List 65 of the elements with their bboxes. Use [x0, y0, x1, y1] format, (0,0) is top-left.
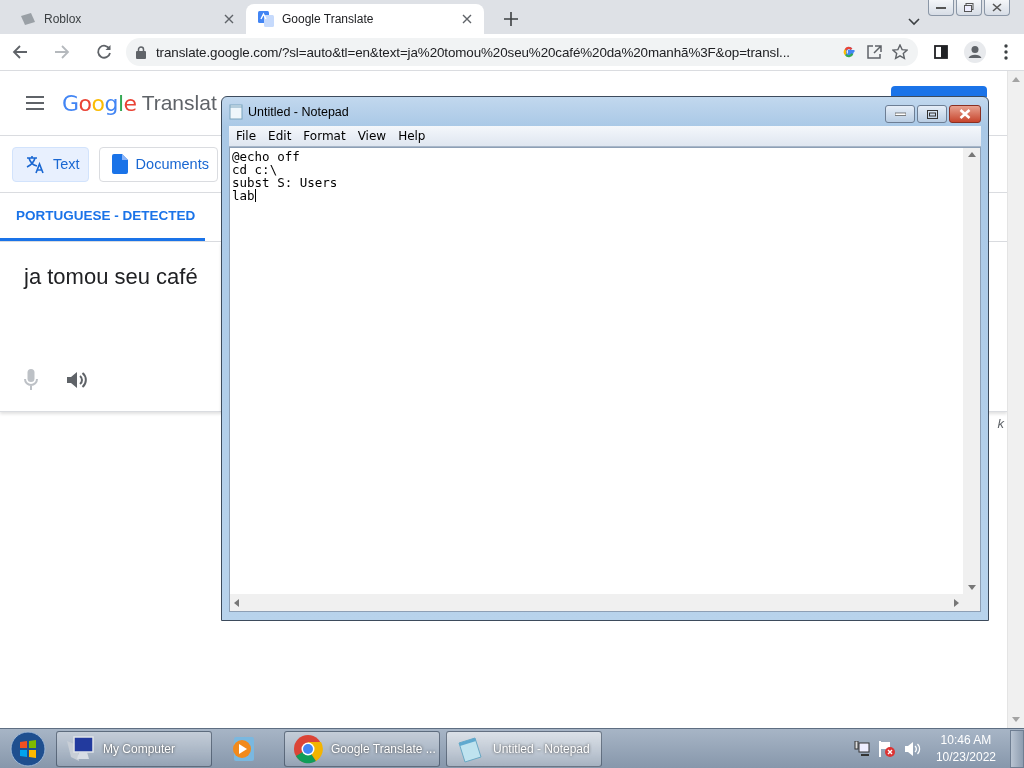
- scroll-up-icon[interactable]: [967, 152, 976, 157]
- action-center-flag-icon[interactable]: [877, 739, 896, 758]
- close-icon: [992, 3, 1002, 12]
- maximize-icon: [926, 109, 938, 119]
- share-icon[interactable]: [866, 45, 882, 59]
- side-panel-icon[interactable]: [934, 45, 948, 59]
- notepad-icon: [455, 734, 485, 763]
- scroll-right-icon[interactable]: [954, 598, 959, 607]
- scroll-left-icon[interactable]: [234, 598, 239, 607]
- profile-icon[interactable]: [964, 41, 986, 63]
- speaker-icon[interactable]: [66, 370, 88, 390]
- source-text: ja tomou seu café: [24, 264, 199, 290]
- menu-item[interactable]: View: [352, 127, 392, 145]
- menu-icon[interactable]: [1004, 44, 1008, 60]
- notepad-window[interactable]: Untitled - Notepad File Edit Format View Help @echo off cd c:\ subst S: Users lab: [221, 96, 989, 621]
- language-tab[interactable]: PORTUGUESE - DETECTED: [0, 193, 205, 241]
- lock-icon[interactable]: [136, 45, 146, 59]
- close-icon: [959, 109, 971, 119]
- text-line: subst S: Users: [232, 176, 338, 189]
- text-line: cd c:\: [232, 163, 278, 176]
- vertical-scrollbar[interactable]: [963, 148, 980, 594]
- product-name: Translat: [141, 91, 217, 115]
- menu-icon[interactable]: [26, 96, 44, 110]
- volume-icon[interactable]: [903, 740, 922, 757]
- scroll-down-icon[interactable]: [967, 585, 976, 590]
- document-icon: [111, 154, 128, 174]
- translate-favicon-icon: [258, 11, 274, 27]
- media-player-icon: [230, 735, 256, 762]
- restore-button[interactable]: [956, 0, 982, 16]
- menu-item[interactable]: Edit: [263, 127, 297, 145]
- menu-item[interactable]: Format: [298, 127, 351, 145]
- chrome-icon: [293, 733, 323, 764]
- maximize-button[interactable]: [917, 105, 947, 123]
- network-icon[interactable]: [853, 740, 870, 757]
- translate-icon: [25, 154, 45, 174]
- chevron-down-icon[interactable]: [908, 18, 920, 26]
- mode-button[interactable]: Documents: [98, 146, 218, 182]
- feedback-link[interactable]: k: [997, 416, 1004, 431]
- notepad-icon: [229, 103, 243, 120]
- google-g-icon[interactable]: [842, 45, 856, 59]
- clock-date: 10/23/2022: [935, 748, 996, 766]
- star-icon[interactable]: [892, 44, 908, 60]
- clock-time: 10:46 AM: [940, 731, 992, 749]
- url-text: translate.google.com/?sl=auto&tl=en&text=ja%20tomou%20seu%20café%20da%20manhã%3F&op=transl...: [156, 44, 791, 60]
- text-line: @echo off: [232, 150, 300, 163]
- address-bar[interactable]: translate.google.com/?sl=auto&tl=en&text=ja%20tomou%20seu%20café%20da%20manhã%3F&op=transl...: [126, 38, 918, 66]
- menu-item[interactable]: File: [231, 127, 262, 145]
- computer-icon: [65, 734, 95, 763]
- close-icon[interactable]: [224, 14, 234, 24]
- close-button[interactable]: [984, 0, 1010, 16]
- text-cursor: [254, 189, 256, 202]
- minimize-button[interactable]: [928, 0, 954, 16]
- text-line: lab: [232, 189, 255, 202]
- window-title: Untitled - Notepad: [248, 104, 350, 119]
- close-button[interactable]: [949, 105, 981, 123]
- roblox-favicon-icon: [20, 11, 36, 27]
- minimize-icon: [894, 112, 906, 116]
- browser-tab[interactable]: Roblox: [8, 4, 246, 34]
- menu-item[interactable]: Help: [393, 127, 431, 145]
- mode-button[interactable]: Text: [12, 146, 89, 182]
- restore-icon: [964, 3, 974, 12]
- google-logo[interactable]: Google: [62, 90, 137, 116]
- close-icon[interactable]: [462, 14, 472, 24]
- browser-tab[interactable]: Google Translate: [246, 4, 484, 34]
- horizontal-scrollbar[interactable]: [230, 594, 963, 611]
